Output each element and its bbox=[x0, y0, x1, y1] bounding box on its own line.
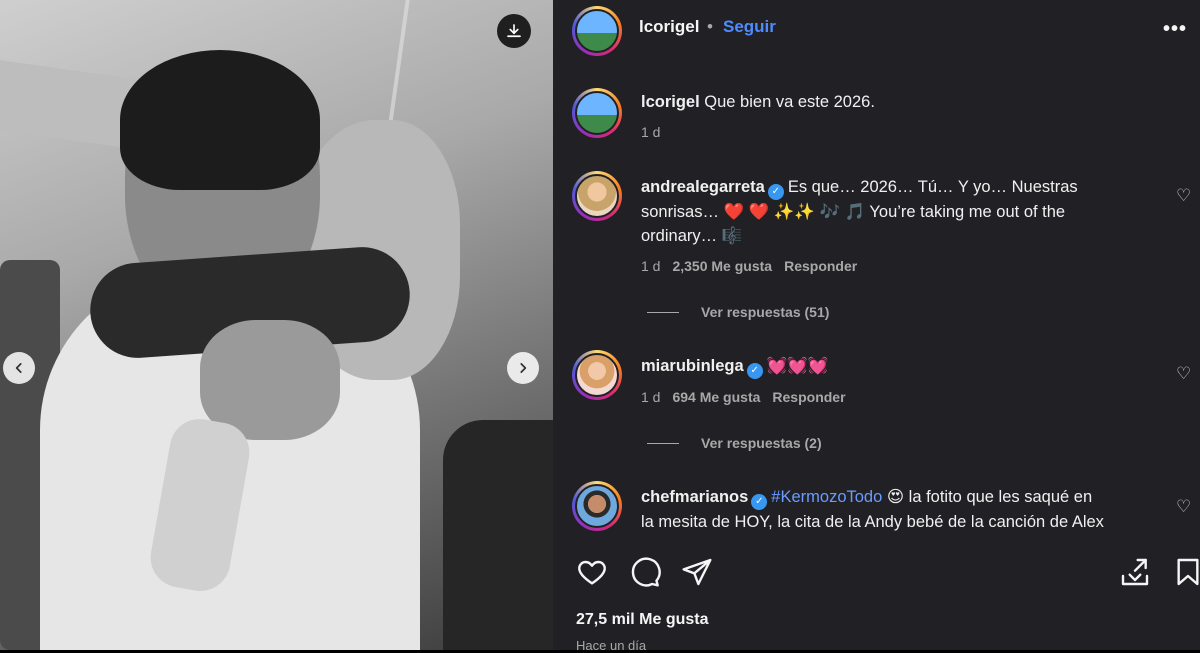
caption-time: 1 d bbox=[641, 124, 661, 140]
comment-hashtag[interactable]: #KermozoTodo bbox=[771, 488, 882, 506]
comment-line: 😍 la fotito que les saqué en bbox=[886, 488, 1093, 506]
comment-time: 1 d bbox=[641, 258, 661, 274]
reply-button[interactable]: Responder bbox=[784, 258, 857, 274]
view-replies-button[interactable]: Ver respuestas (51) bbox=[647, 304, 829, 320]
caption-meta: 1 d bbox=[641, 124, 660, 140]
view-replies-label: Ver respuestas (51) bbox=[701, 304, 830, 320]
caption-username[interactable]: lcorigel bbox=[641, 93, 700, 111]
comment-avatar[interactable] bbox=[572, 171, 622, 221]
verified-badge-icon: ✓ bbox=[767, 184, 784, 200]
comment-line: 💓💓💓 bbox=[766, 357, 829, 375]
bookmark-icon[interactable] bbox=[1172, 556, 1200, 588]
comment-likes[interactable]: 2,350 Me gusta bbox=[672, 258, 772, 274]
comment-time: 1 d bbox=[641, 389, 661, 405]
replies-line bbox=[647, 311, 679, 313]
comment-line: ordinary… 🎼 bbox=[641, 227, 743, 245]
post-photo[interactable] bbox=[0, 0, 553, 650]
post-likes-count[interactable]: 27,5 mil Me gusta bbox=[576, 611, 709, 629]
comment-avatar-image bbox=[575, 484, 619, 528]
post-timestamp: Hace un día bbox=[576, 638, 647, 653]
comment-avatar-image bbox=[575, 174, 619, 218]
like-comment-heart-icon[interactable]: ♡ bbox=[1176, 364, 1191, 384]
comment-avatar[interactable] bbox=[572, 350, 622, 400]
comment-line: la mesita de HOY, la cita de la Andy beb… bbox=[641, 513, 1104, 531]
chevron-right-icon bbox=[520, 363, 527, 373]
save-download-icon[interactable] bbox=[1119, 556, 1151, 588]
comments-scroll-area[interactable]: lcorigel Que bien va este 2026. 1 d andr… bbox=[553, 0, 1200, 540]
comment-icon[interactable] bbox=[629, 556, 661, 588]
comment-text: chefmarianos ✓ #KermozoTodo 😍 la fotito qu… bbox=[641, 485, 1161, 534]
like-comment-heart-icon[interactable]: ♡ bbox=[1176, 186, 1191, 206]
comment-line: Es que… 2026… Tú… Y yo… Nuestras bbox=[787, 178, 1078, 196]
caption-text: lcorigel Que bien va este 2026. bbox=[641, 90, 1161, 114]
chevron-left-icon bbox=[15, 363, 22, 373]
previous-photo-button[interactable] bbox=[3, 352, 35, 384]
caption-avatar-image bbox=[575, 91, 619, 135]
photo-shelf bbox=[0, 60, 140, 150]
comment-username[interactable]: miarubinlega bbox=[641, 357, 744, 375]
comment-avatar-image bbox=[575, 353, 619, 397]
comment-username[interactable]: chefmarianos bbox=[641, 488, 748, 506]
verified-badge-icon: ✓ bbox=[746, 363, 763, 379]
heart-icon[interactable] bbox=[576, 556, 608, 588]
reply-button[interactable]: Responder bbox=[772, 389, 845, 405]
comment-line: sonrisas… ❤️ ❤️ ✨✨ 🎶 🎵 You’re taking me … bbox=[641, 203, 1066, 221]
download-icon bbox=[507, 24, 521, 38]
comment-text: miarubinlega ✓ 💓💓💓 bbox=[641, 354, 1161, 379]
send-icon[interactable] bbox=[681, 556, 713, 588]
caption-avatar[interactable] bbox=[572, 88, 622, 138]
verified-badge-icon: ✓ bbox=[751, 494, 768, 510]
photo-man-hair bbox=[120, 50, 320, 190]
like-comment-heart-icon[interactable]: ♡ bbox=[1176, 497, 1191, 517]
caption-body: Que bien va este 2026. bbox=[704, 93, 875, 111]
next-photo-button[interactable] bbox=[507, 352, 539, 384]
comment-username[interactable]: andrealegarreta bbox=[641, 178, 765, 196]
comment-meta: 1 d 694 Me gusta Responder bbox=[641, 389, 846, 405]
view-replies-button[interactable]: Ver respuestas (2) bbox=[647, 435, 822, 451]
comment-meta: 1 d 2,350 Me gusta Responder bbox=[641, 258, 857, 274]
view-replies-label: Ver respuestas (2) bbox=[701, 435, 822, 451]
comment-text: andrealegarreta ✓ Es que… 2026… Tú… Y yo… … bbox=[641, 175, 1161, 248]
download-button[interactable] bbox=[497, 14, 531, 48]
replies-line bbox=[647, 442, 679, 444]
comment-avatar[interactable] bbox=[572, 481, 622, 531]
photo-plant bbox=[443, 420, 553, 650]
comment-likes[interactable]: 694 Me gusta bbox=[672, 389, 760, 405]
